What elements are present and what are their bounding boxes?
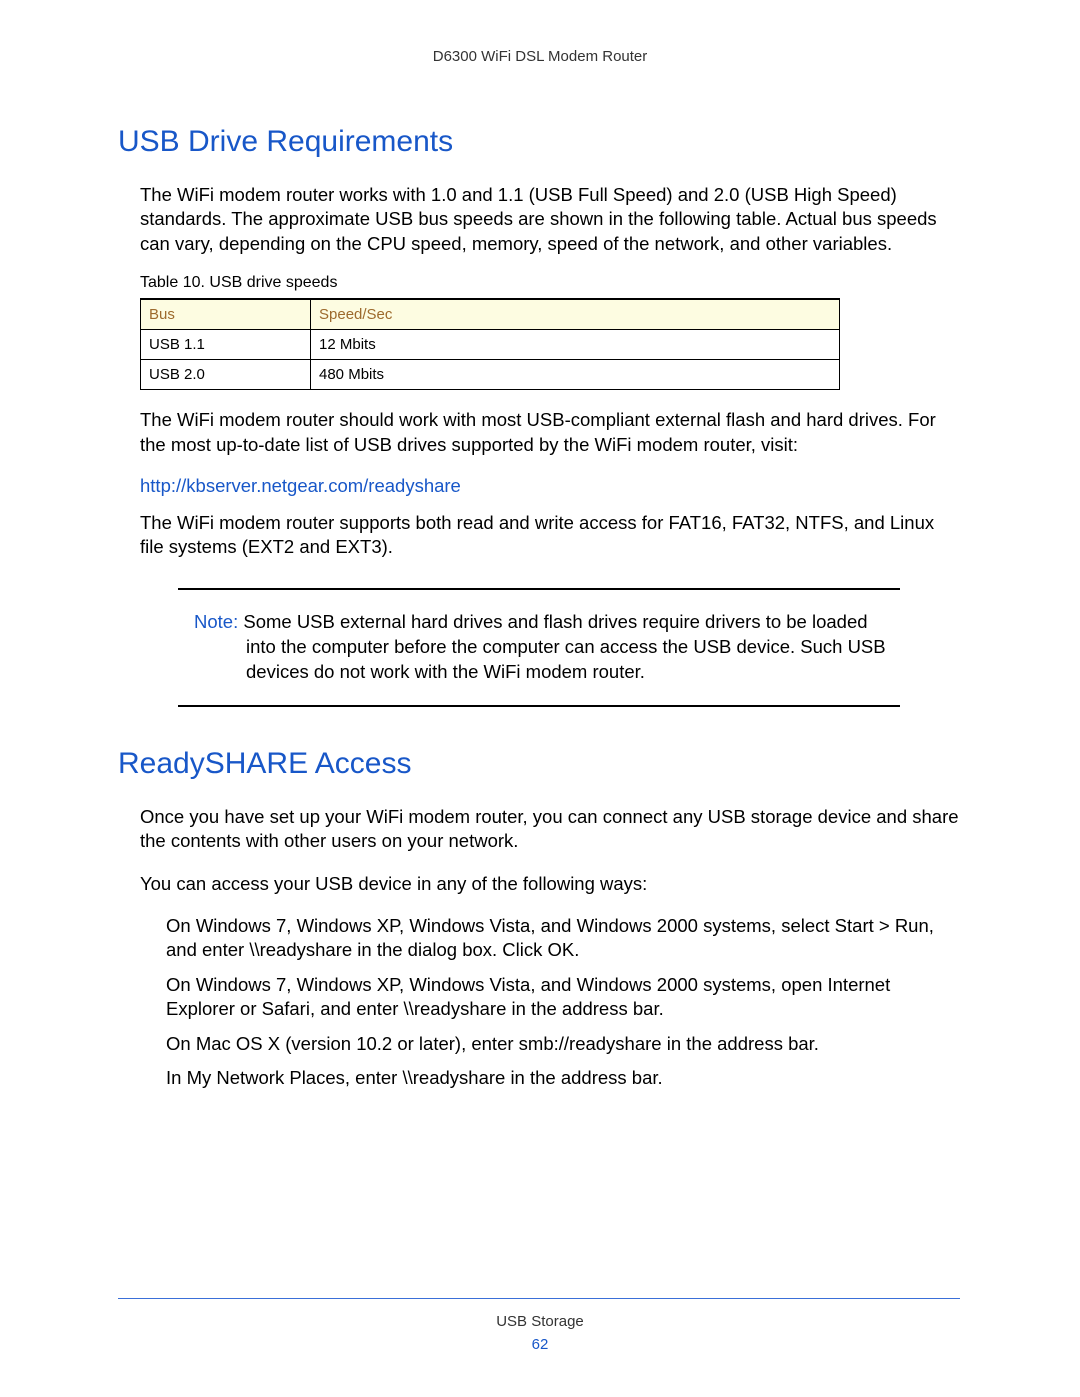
note-content: Note: Some USB external hard drives and … [182, 610, 896, 685]
table-caption: Table 10. USB drive speeds [140, 274, 960, 292]
list-item: On Windows 7, Windows XP, Windows Vista,… [166, 973, 960, 1022]
table-row: USB 1.1 12 Mbits [141, 330, 840, 360]
table-cell: 480 Mbits [311, 360, 840, 390]
table-cell: 12 Mbits [311, 330, 840, 360]
paragraph: The WiFi modem router should work with m… [118, 408, 960, 457]
paragraph: The WiFi modem router works with 1.0 and… [118, 183, 960, 256]
list-item: On Mac OS X (version 10.2 or later), ent… [166, 1032, 960, 1056]
paragraph: Once you have set up your WiFi modem rou… [118, 805, 960, 854]
note-text: Some USB external hard drives and flash … [243, 611, 885, 682]
footer-page-number: 62 [0, 1336, 1080, 1353]
heading-readyshare-access: ReadySHARE Access [118, 747, 960, 781]
note-box: Note: Some USB external hard drives and … [178, 588, 900, 707]
paragraph: The WiFi modem router supports both read… [118, 511, 960, 560]
usb-speeds-table: Bus Speed/Sec USB 1.1 12 Mbits USB 2.0 4… [140, 298, 840, 390]
footer-section-name: USB Storage [0, 1313, 1080, 1330]
table-cell: USB 1.1 [141, 330, 311, 360]
page-footer: USB Storage 62 [0, 1298, 1080, 1353]
paragraph: You can access your USB device in any of… [118, 872, 960, 896]
list-item: On Windows 7, Windows XP, Windows Vista,… [166, 914, 960, 963]
page-content: USB Drive Requirements The WiFi modem ro… [0, 65, 1080, 1090]
table-header-row: Bus Speed/Sec [141, 299, 840, 330]
table-header-cell: Bus [141, 299, 311, 330]
table-header-cell: Speed/Sec [311, 299, 840, 330]
readyshare-link[interactable]: http://kbserver.netgear.com/readyshare [118, 475, 960, 497]
footer-divider [118, 1298, 960, 1299]
table-cell: USB 2.0 [141, 360, 311, 390]
page-header: D6300 WiFi DSL Modem Router [0, 0, 1080, 65]
access-methods-list: On Windows 7, Windows XP, Windows Vista,… [118, 914, 960, 1090]
list-item: In My Network Places, enter \\readyshare… [166, 1066, 960, 1090]
note-label: Note: [194, 611, 238, 632]
heading-usb-requirements: USB Drive Requirements [118, 125, 960, 159]
table-row: USB 2.0 480 Mbits [141, 360, 840, 390]
